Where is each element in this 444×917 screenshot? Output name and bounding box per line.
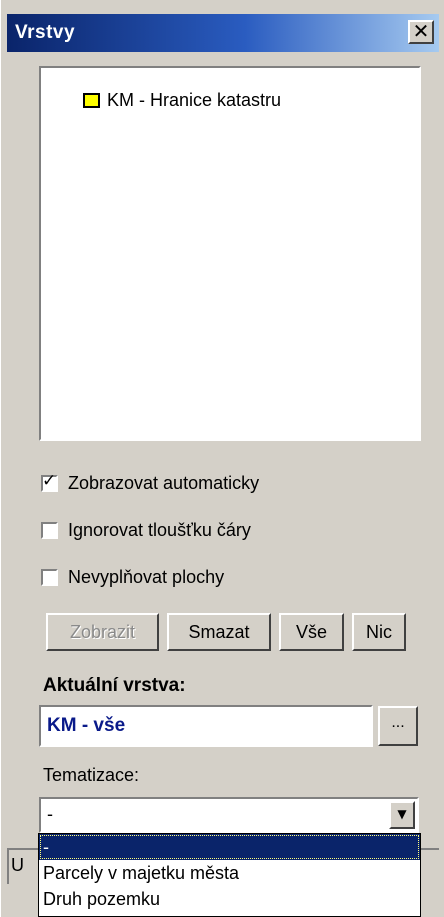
layer-icon	[83, 93, 100, 108]
check-icon: ✓	[42, 471, 57, 491]
thematization-dropdown-list[interactable]: - Parcely v majetku města Druh pozemku	[38, 833, 421, 917]
thematization-label: Tematizace:	[43, 765, 140, 785]
tree-item-label: KM - Hranice katastru	[107, 90, 282, 110]
ignore-line-width-label: Ignorovat tloušťku čáry	[68, 520, 251, 540]
current-layer-field[interactable]: KM - vše	[39, 705, 373, 747]
show-button[interactable]: Zobrazit	[46, 613, 159, 651]
chevron-down-icon: ▼	[397, 807, 407, 821]
thematization-select[interactable]: - ▼	[39, 797, 419, 833]
ignore-line-width-option[interactable]: Ignorovat tloušťku čáry	[41, 520, 251, 541]
auto-display-label: Zobrazovat automaticky	[68, 473, 260, 493]
close-button[interactable]: ✕	[408, 20, 434, 44]
auto-display-checkbox[interactable]: ✓	[41, 471, 58, 492]
tree-item[interactable]: KM - Hranice katastru	[83, 90, 281, 111]
layer-tree[interactable]: KM - Hranice katastru	[39, 66, 421, 441]
dropdown-option[interactable]: -	[39, 834, 420, 860]
browse-button[interactable]: ...	[378, 706, 418, 746]
no-fill-label: Nevyplňovat plochy	[68, 567, 225, 587]
no-fill-checkbox[interactable]	[41, 569, 58, 586]
close-icon: ✕	[412, 19, 430, 43]
thematization-selected-value: -	[47, 804, 53, 824]
current-layer-label: Aktuální vrstva:	[43, 675, 186, 696]
status-strip-text: U	[11, 855, 24, 875]
dropdown-option[interactable]: Parcely v majetku města	[39, 860, 420, 886]
ignore-line-width-checkbox[interactable]	[41, 522, 58, 539]
layers-window: Vrstvy ✕ KM - Hranice katastru ✓ Zobrazo…	[0, 0, 444, 917]
no-fill-option[interactable]: Nevyplňovat plochy	[41, 567, 224, 588]
delete-button[interactable]: Smazat	[167, 613, 271, 651]
title-bar[interactable]: Vrstvy ✕	[7, 14, 439, 52]
none-button[interactable]: Nic	[352, 613, 406, 651]
dropdown-option[interactable]: Druh pozemku	[39, 886, 420, 912]
auto-display-option[interactable]: ✓ Zobrazovat automaticky	[41, 471, 260, 494]
all-button[interactable]: Vše	[279, 613, 344, 651]
dropdown-arrow-button[interactable]: ▼	[389, 801, 415, 829]
window-title: Vrstvy	[15, 22, 76, 43]
